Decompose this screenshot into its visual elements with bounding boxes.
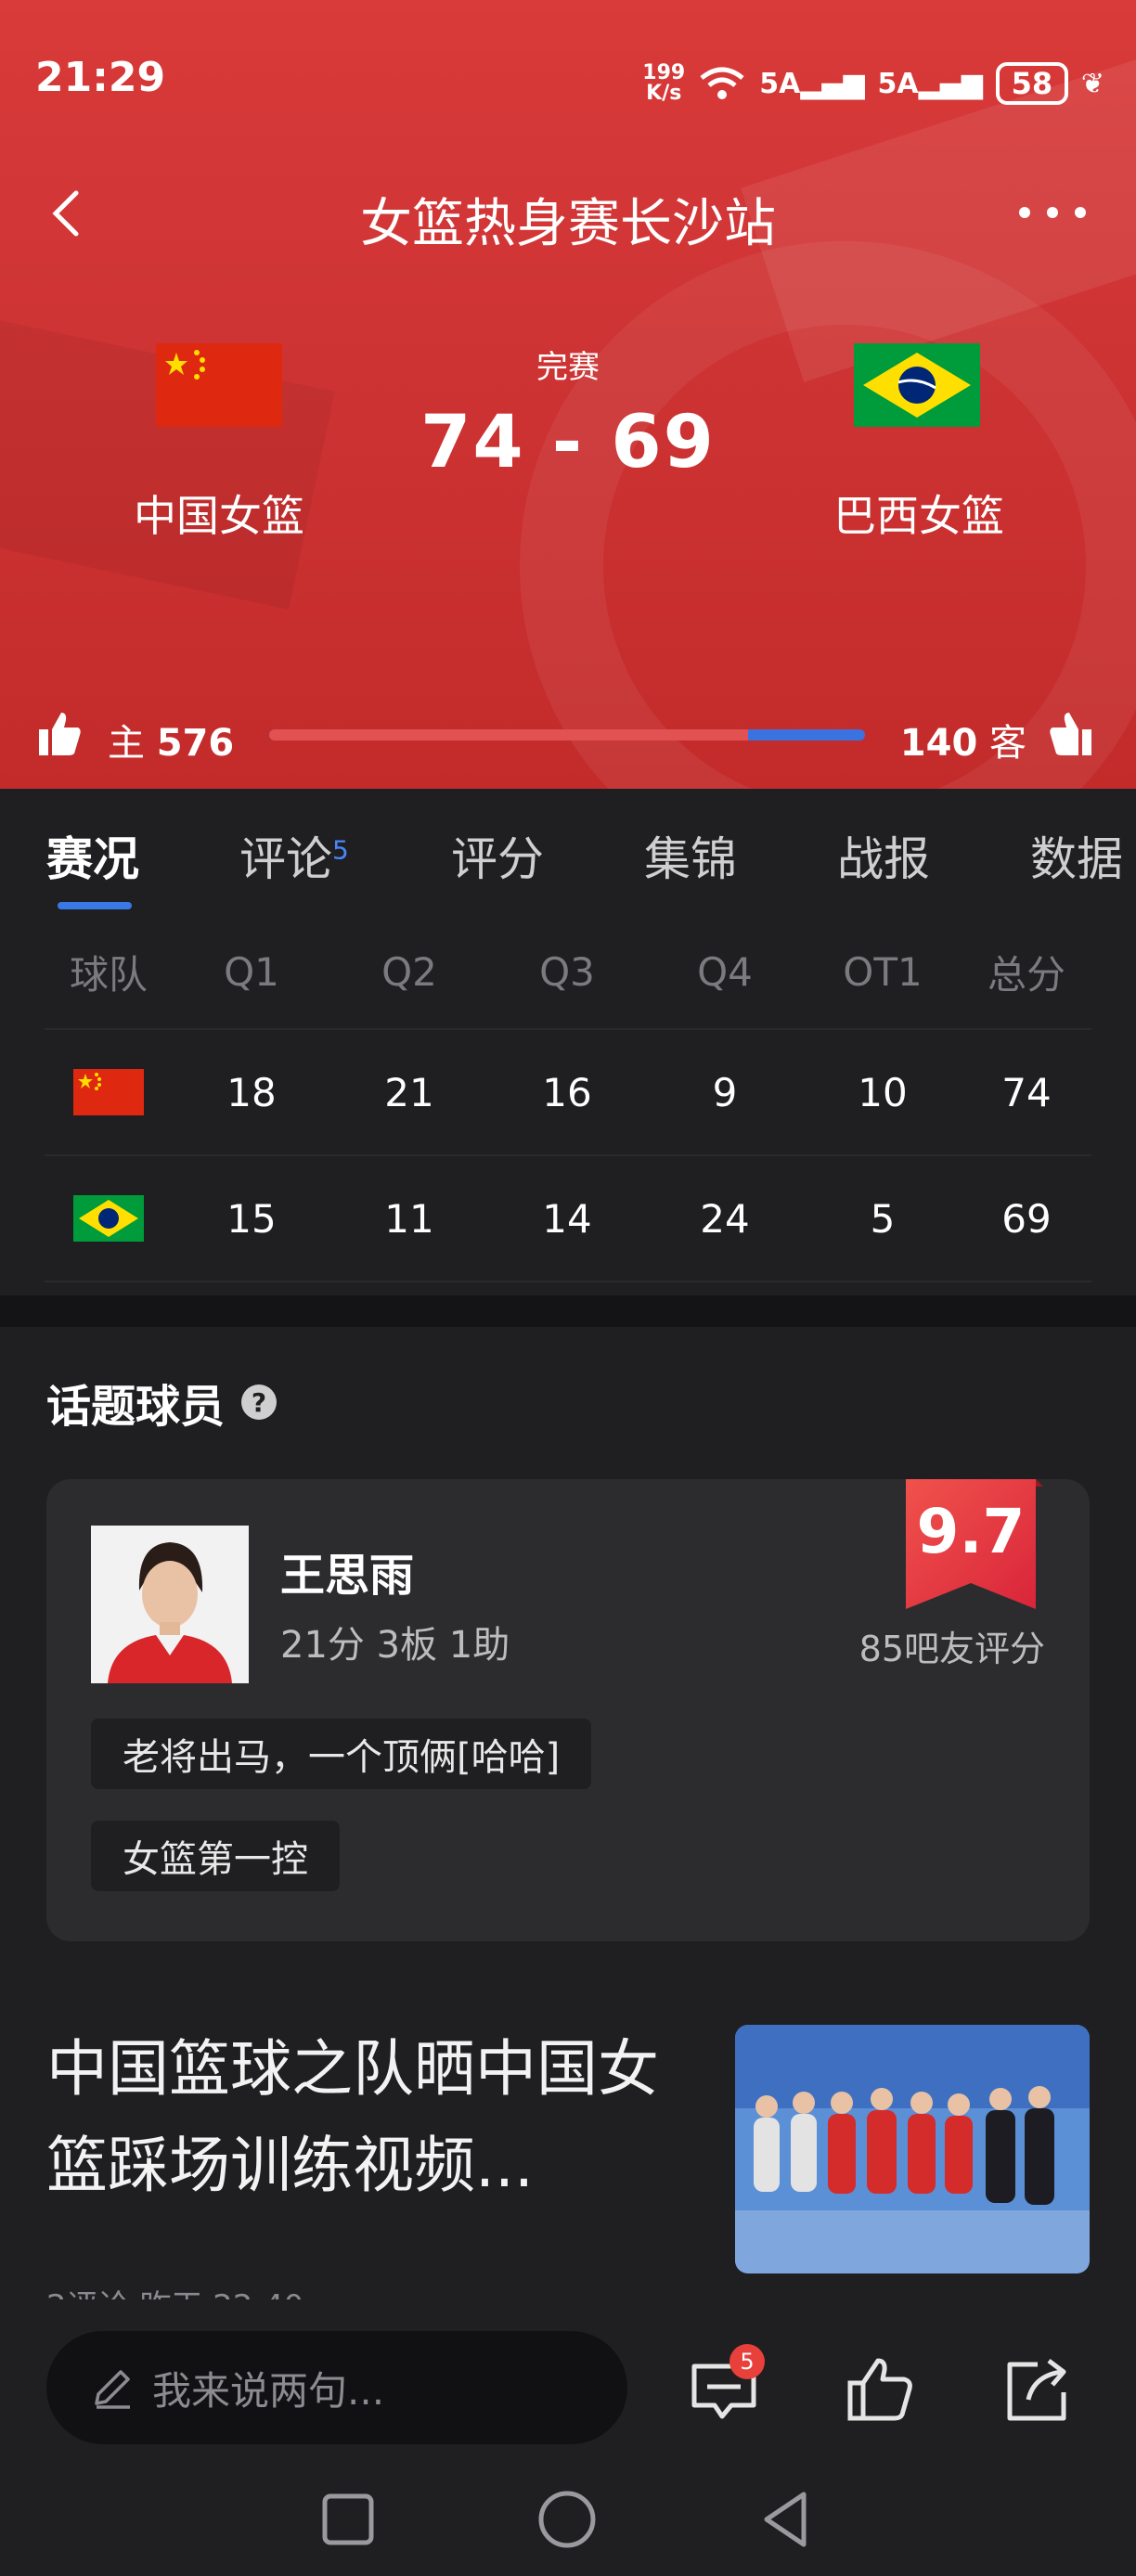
player-name: 王思雨 <box>280 1550 415 1602</box>
match-header: 21:29 199 K/s 5A▂▄▆ 5A▂▄▆ 58 ❦ 女篮热身赛长沙站 <box>0 0 1136 789</box>
news-thumbnail[interactable] <box>735 2025 1090 2273</box>
home-icon[interactable] <box>535 2487 600 2552</box>
table-row: 15 11 14 24 5 69 <box>45 1156 1091 1282</box>
nav-bar: 女篮热身赛长沙站 <box>0 176 1136 254</box>
help-icon[interactable]: ? <box>241 1385 278 1420</box>
column-header: Q2 <box>381 948 437 995</box>
pen-icon <box>95 2370 130 2409</box>
rating-note: 85吧友评分 <box>858 1629 1045 1669</box>
status-bar: 21:29 199 K/s 5A▂▄▆ 5A▂▄▆ 58 ❦ <box>0 0 1136 158</box>
tab-report[interactable]: 战报 <box>837 822 930 889</box>
q3-score: 16 <box>542 1069 592 1115</box>
comment-input[interactable]: 我来说两句... <box>46 2331 627 2444</box>
player-stats: 21分 3板 1助 <box>280 1624 510 1667</box>
share-icon[interactable] <box>1000 2353 1075 2428</box>
quarter-score-table: 球队 Q1 Q2 Q3 Q4 OT1 总分 18 21 16 9 10 74 1… <box>45 915 1091 1282</box>
ot1-score: 10 <box>858 1069 908 1115</box>
total-score: 74 <box>1001 1069 1052 1115</box>
thumbs-up-icon[interactable] <box>843 2353 917 2428</box>
column-header: 球队 <box>69 951 148 998</box>
brazil-flag-icon <box>73 1195 144 1242</box>
player-avatar <box>91 1526 249 1683</box>
news-item[interactable]: 中国篮球之队晒中国女篮踩场训练视频... <box>46 2012 1090 2290</box>
more-dots-icon[interactable] <box>1015 199 1090 226</box>
rating-badge: 9.7 <box>906 1479 1045 1609</box>
back-triangle-icon[interactable] <box>754 2487 819 2552</box>
tab-comments[interactable]: 评论5 <box>239 822 349 889</box>
total-score: 69 <box>1001 1195 1052 1242</box>
leaf-icon: ❦ <box>1080 67 1104 100</box>
rating-score: 9.7 <box>916 1496 1026 1567</box>
q2-score: 21 <box>384 1069 434 1115</box>
player-card[interactable]: 王思雨 21分 3板 1助 9.7 85吧友评分 老将出马，一个顶俩[哈哈] 女… <box>46 1479 1090 1941</box>
section-title: 话题球员 ? <box>46 1370 278 1435</box>
home-vote-fill <box>269 729 749 741</box>
section-divider <box>0 1295 1136 1327</box>
ot1-score: 5 <box>870 1195 896 1242</box>
tab-bar: 赛况 评论5 评分 集锦 战报 数据 <box>0 789 1136 909</box>
home-team-name[interactable]: 中国女篮 <box>80 483 358 544</box>
wifi-icon <box>700 67 744 99</box>
tab-stats[interactable]: 数据 <box>1030 822 1123 889</box>
tab-highlights[interactable]: 集锦 <box>644 822 737 889</box>
vote-ratio-bar <box>269 729 865 741</box>
thumbs-up-icon[interactable] <box>37 711 82 757</box>
recent-apps-icon[interactable] <box>316 2487 381 2552</box>
home-vote: 主 576 <box>108 722 235 765</box>
column-header: 总分 <box>987 951 1065 998</box>
table-row: 18 21 16 9 10 74 <box>45 1030 1091 1156</box>
match-summary: 中国女篮 完赛 74 - 69 巴西女篮 <box>0 334 1136 557</box>
comment-tag[interactable]: 老将出马，一个顶俩[哈哈] <box>91 1719 592 1789</box>
china-flag-icon <box>73 1069 144 1115</box>
signal-icon: 5A▂▄▆ <box>877 67 983 100</box>
comment-tag[interactable]: 女篮第一控 <box>91 1821 340 1891</box>
page-title: 女篮热身赛长沙站 <box>360 194 776 254</box>
tab-overview[interactable]: 赛况 <box>46 822 139 889</box>
status-icons: 199 K/s 5A▂▄▆ 5A▂▄▆ 58 ❦ <box>642 58 1104 109</box>
away-vote: 140 客 <box>899 722 1026 765</box>
news-meta: 2评论 昨天 22:40 <box>46 2281 303 2299</box>
tab-ratings[interactable]: 评分 <box>451 822 544 889</box>
q3-score: 14 <box>542 1195 592 1242</box>
active-tab-indicator <box>58 902 132 909</box>
support-vote: 主 576 140 客 <box>0 705 1136 770</box>
column-header: Q3 <box>539 948 595 995</box>
q1-score: 15 <box>226 1195 277 1242</box>
q4-score: 24 <box>700 1195 750 1242</box>
q1-score: 18 <box>226 1069 277 1115</box>
away-team-name[interactable]: 巴西女篮 <box>780 483 1058 544</box>
thumbs-up-icon[interactable] <box>1049 711 1093 757</box>
news-title[interactable]: 中国篮球之队晒中国女篮踩场训练视频... <box>46 2021 696 2214</box>
q4-score: 9 <box>712 1069 738 1115</box>
network-speed: 199 K/s <box>642 61 686 105</box>
clock: 21:29 <box>35 54 166 101</box>
brazil-flag-icon[interactable] <box>854 343 980 427</box>
column-header: Q1 <box>224 948 279 995</box>
comment-placeholder: 我来说两句... <box>152 2367 385 2414</box>
system-nav-bar <box>0 2467 1136 2576</box>
column-header: Q4 <box>697 948 753 995</box>
bottom-action-bar: 我来说两句... 5 <box>0 2299 1136 2467</box>
column-header: OT1 <box>843 948 923 995</box>
comment-count-badge: 5 <box>332 834 349 866</box>
q2-score: 11 <box>384 1195 434 1242</box>
battery-icon: 58 <box>995 62 1068 105</box>
table-header: 球队 Q1 Q2 Q3 Q4 OT1 总分 <box>45 915 1091 1030</box>
signal-icon: 5A▂▄▆ <box>759 67 865 100</box>
comment-count-badge: 5 <box>729 2344 765 2379</box>
